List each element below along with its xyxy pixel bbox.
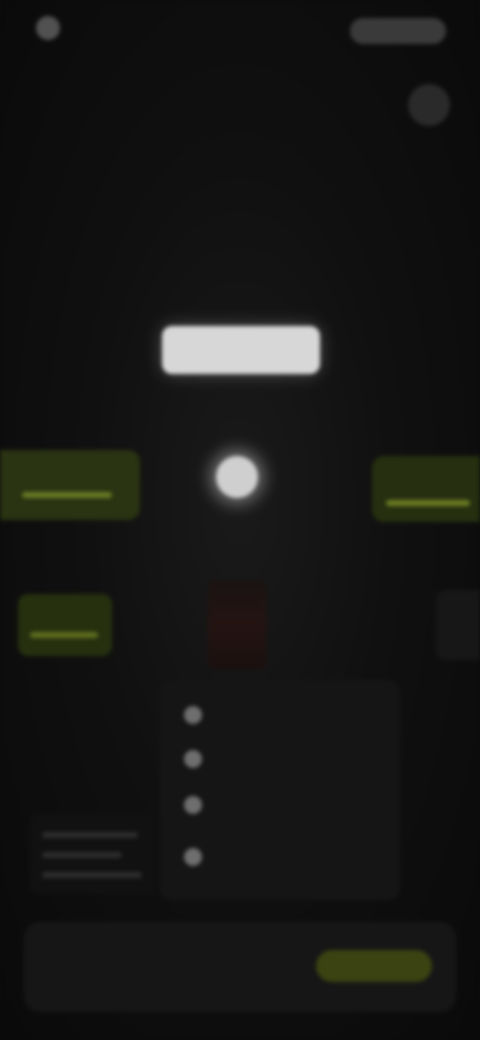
checklist-item bbox=[184, 796, 220, 814]
bottom-bar bbox=[24, 922, 456, 1012]
avatar[interactable] bbox=[408, 84, 450, 126]
check-circle-icon bbox=[184, 796, 202, 814]
check-circle-icon bbox=[184, 750, 202, 768]
placeholder-line bbox=[42, 872, 142, 878]
top-action-button[interactable] bbox=[350, 18, 446, 44]
center-pill-button[interactable] bbox=[162, 326, 320, 374]
checklist-item bbox=[184, 706, 220, 724]
small-option-card[interactable] bbox=[18, 594, 112, 656]
option-left-bar bbox=[22, 492, 112, 498]
bottom-cta-button[interactable] bbox=[316, 950, 432, 982]
placeholder-line bbox=[42, 832, 138, 838]
option-card-left[interactable] bbox=[0, 450, 140, 520]
top-bar bbox=[0, 0, 480, 60]
checklist-panel bbox=[160, 680, 400, 900]
check-circle-icon bbox=[184, 848, 202, 866]
placeholder-line bbox=[42, 852, 122, 858]
left-info-box bbox=[30, 814, 154, 894]
blurred-screen bbox=[0, 0, 480, 1040]
glow-dot-icon[interactable] bbox=[216, 456, 258, 498]
vertical-stem bbox=[208, 580, 266, 670]
option-right-bar bbox=[386, 500, 470, 506]
option-card-right[interactable] bbox=[372, 456, 480, 522]
checklist-item bbox=[184, 848, 220, 866]
checklist-item bbox=[184, 750, 220, 768]
edge-card[interactable] bbox=[436, 590, 480, 660]
check-circle-icon bbox=[184, 706, 202, 724]
small-card-bar bbox=[30, 632, 98, 638]
logo-icon bbox=[36, 16, 60, 40]
